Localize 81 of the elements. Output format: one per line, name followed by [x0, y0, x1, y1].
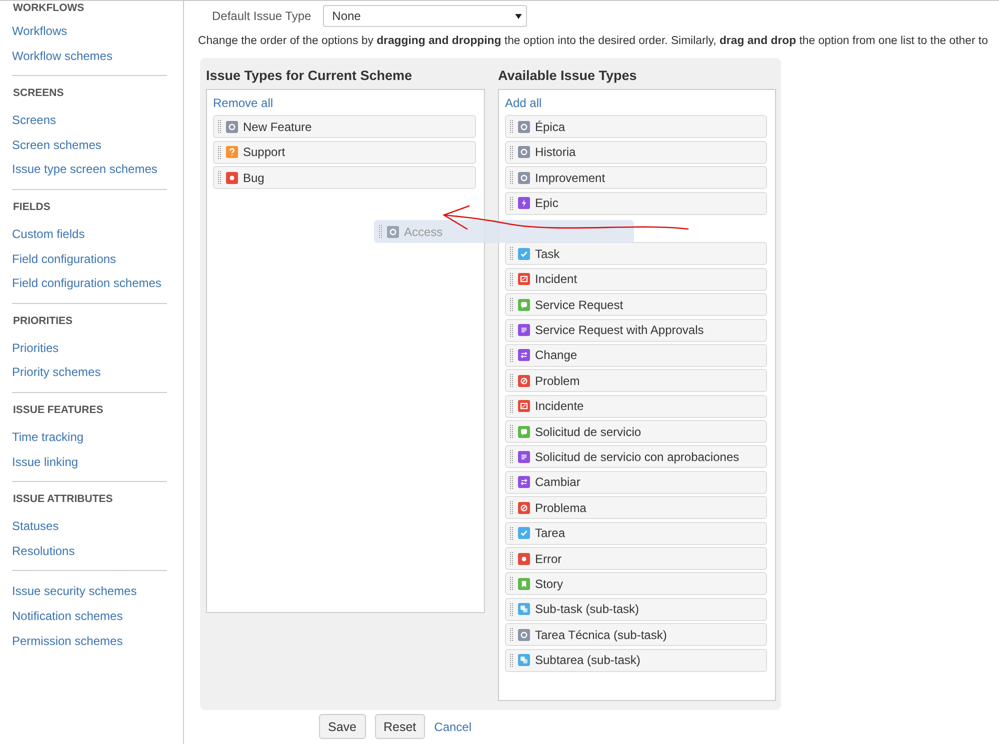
- issue-type-item[interactable]: Epic: [505, 192, 767, 215]
- issue-type-item[interactable]: Support: [213, 140, 476, 164]
- save-button[interactable]: Save: [319, 714, 366, 739]
- issue-type-item[interactable]: Cambiar: [505, 470, 767, 494]
- issue-type-item[interactable]: Incident: [505, 268, 767, 291]
- issue-type-item[interactable]: Subtarea (sub-task): [505, 648, 767, 672]
- sidebar-link[interactable]: Permission schemes: [12, 628, 167, 654]
- sidebar-link[interactable]: Screen schemes: [12, 132, 167, 158]
- circle-icon: [518, 172, 530, 184]
- sidebar-link[interactable]: Resolutions: [12, 538, 167, 564]
- issue-type-item[interactable]: Tarea: [505, 522, 767, 545]
- issue-type-item[interactable]: Bug: [213, 166, 476, 190]
- lines-icon: [518, 450, 530, 463]
- issue-type-item[interactable]: Service Request with Approvals: [505, 318, 767, 342]
- instructions-text: Change the order of the options by dragging and dropping the option into the desired order. Similarly, drag and drop the option from one list to the other to: [198, 35, 989, 47]
- issue-type-dropdown[interactable]: None: [323, 5, 528, 27]
- circle-icon: [226, 120, 238, 133]
- caret-icon: [515, 14, 522, 18]
- issue-type-item[interactable]: Épica: [505, 115, 767, 138]
- issue-type-item[interactable]: Tarea Técnica (sub-task): [505, 623, 767, 646]
- issue-type-item[interactable]: Historia: [505, 140, 767, 164]
- question-icon: [226, 146, 238, 158]
- list-action-link[interactable]: Add all: [505, 94, 767, 113]
- sidebar-link[interactable]: Field configurations: [12, 246, 167, 272]
- sidebar-link[interactable]: Issue linking: [12, 450, 167, 474]
- section-heading: ISSUE FEATURES: [12, 402, 104, 418]
- issue-type-item[interactable]: Improvement: [505, 166, 767, 190]
- issue-type-item[interactable]: Service Request: [505, 293, 767, 316]
- sidebar-link[interactable]: Time tracking: [12, 424, 167, 450]
- issue-type-item[interactable]: Incidente: [505, 394, 767, 418]
- issue-type-item[interactable]: Story: [505, 572, 767, 596]
- cancel-link[interactable]: Cancel: [434, 720, 472, 734]
- checkmark-icon: [518, 248, 530, 260]
- issue-type-item[interactable]: Error: [505, 547, 767, 570]
- issue-type-item[interactable]: New Feature: [213, 115, 476, 138]
- circle-icon: [387, 226, 399, 238]
- incident-icon: [518, 273, 530, 286]
- checkmark-icon: [518, 527, 530, 540]
- incident-icon: [518, 400, 530, 412]
- circle-icon: [518, 120, 530, 133]
- circle-icon: [518, 146, 530, 158]
- issue-type-item[interactable]: Task: [505, 242, 767, 266]
- sidebar-link[interactable]: Notification schemes: [12, 604, 167, 628]
- sidebar-link[interactable]: Issue security schemes: [12, 579, 167, 604]
- bookmark-icon: [518, 578, 530, 590]
- issue-type-item[interactable]: Problema: [505, 496, 767, 520]
- issue-type-item[interactable]: Solicitud de servicio: [505, 420, 767, 444]
- swap-arrows-icon: [518, 349, 530, 362]
- list-heading: Available Issue Types: [498, 68, 638, 83]
- lightning-icon: [518, 197, 530, 210]
- sidebar-link[interactable]: Field configuration schemes: [12, 271, 167, 296]
- section-heading: FIELDS: [12, 200, 52, 215]
- prohibited-icon: [518, 502, 530, 514]
- reset-button[interactable]: Reset: [374, 714, 426, 739]
- circle-icon: [518, 628, 530, 641]
- sidebar-link[interactable]: Custom fields: [12, 222, 167, 247]
- section-heading: ISSUE ATTRIBUTES: [12, 492, 114, 508]
- sidebar-link[interactable]: Screens: [12, 108, 167, 133]
- sidebar-link[interactable]: Statuses: [12, 514, 167, 539]
- lines-icon: [518, 324, 530, 336]
- issue-type-item[interactable]: Solicitud de servicio con aprobaciones: [505, 445, 767, 468]
- subtask-icon: [518, 654, 530, 666]
- section-heading: SCREENS: [12, 86, 65, 102]
- issue-type-item[interactable]: Problem: [505, 369, 767, 392]
- sidebar-link[interactable]: Priority schemes: [12, 360, 167, 385]
- issue-type-item[interactable]: Sub-task (sub-task): [505, 598, 767, 621]
- prohibited-icon: [518, 374, 530, 387]
- issue-type-item[interactable]: Change: [505, 344, 767, 367]
- list-heading: Issue Types for Current Scheme: [206, 68, 414, 83]
- sidebar-link[interactable]: Priorities: [12, 336, 167, 360]
- speech-bubble-icon: [518, 298, 530, 311]
- sidebar-link[interactable]: Issue type screen schemes: [12, 157, 167, 182]
- sidebar-link[interactable]: Workflow schemes: [12, 44, 167, 68]
- sidebar-link[interactable]: Workflows: [12, 19, 167, 44]
- speech-bubble-icon: [518, 426, 530, 438]
- list-action-link[interactable]: Remove all: [213, 94, 476, 113]
- section-heading: PRIORITIES: [12, 314, 74, 329]
- subtask-icon: [518, 603, 530, 616]
- swap-arrows-icon: [518, 476, 530, 488]
- field-label: Default Issue Type: [212, 9, 312, 23]
- section-heading: WORKFLOWS: [12, 1, 86, 16]
